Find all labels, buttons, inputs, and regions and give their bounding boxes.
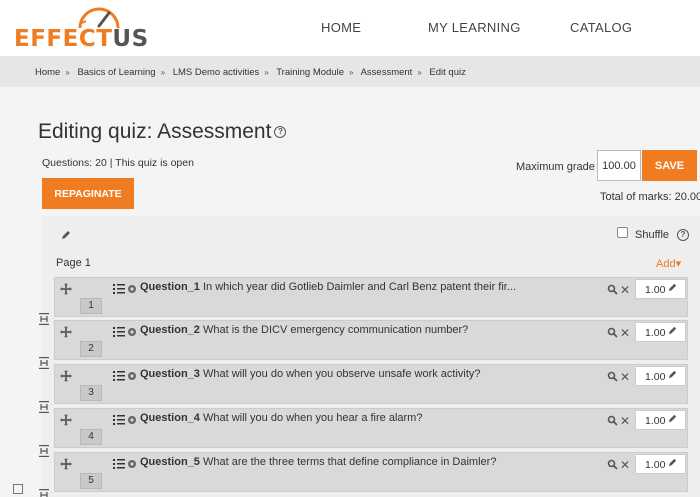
max-grade-label: Maximum grade: [516, 161, 595, 173]
nav-home[interactable]: HOME: [321, 20, 361, 35]
delete-icon[interactable]: ✕: [620, 283, 630, 297]
page-title: Editing quiz: Assessment?: [38, 120, 287, 144]
save-button[interactable]: SAVE: [642, 150, 697, 181]
question-mark[interactable]: 1.00: [635, 454, 686, 474]
help-icon[interactable]: ?: [274, 126, 287, 139]
preview-icon[interactable]: [607, 327, 618, 338]
logo-text: EFFECTUS: [14, 26, 149, 52]
page-break-icon[interactable]: [39, 401, 49, 413]
pencil-icon[interactable]: [667, 413, 678, 424]
question-row: 3 Question_3 What will you do when you o…: [54, 364, 688, 404]
add-label: Add: [656, 258, 676, 270]
question-number: 4: [80, 429, 102, 445]
question-row: 4 Question_4 What will you do when you h…: [54, 408, 688, 448]
page-break-icon[interactable]: [39, 313, 49, 325]
question-text[interactable]: Question_4 What will you do when you hea…: [140, 412, 564, 424]
question-type-icon: [113, 327, 125, 337]
question-row: 5 Question_5 What are the three terms th…: [54, 452, 688, 492]
total-marks: Total of marks: 20.00: [600, 191, 700, 203]
delete-icon[interactable]: ✕: [620, 370, 630, 384]
breadcrumb-lms-demo[interactable]: LMS Demo activities: [173, 67, 260, 78]
page-break-icon[interactable]: [39, 357, 49, 369]
breadcrumb-separator-icon: »: [65, 68, 70, 77]
question-mark[interactable]: 1.00: [635, 366, 686, 386]
preview-icon[interactable]: [607, 415, 618, 426]
breadcrumb-assessment[interactable]: Assessment: [361, 67, 413, 78]
delete-icon[interactable]: ✕: [620, 414, 630, 428]
question-text[interactable]: Question_3 What will you do when you obs…: [140, 368, 564, 380]
nav-catalog[interactable]: CATALOG: [570, 20, 632, 35]
question-type-icon: [113, 415, 125, 425]
shuffle-checkbox[interactable]: [617, 227, 628, 238]
question-number: 2: [80, 341, 102, 357]
help-icon[interactable]: ?: [677, 229, 689, 241]
question-mark[interactable]: 1.00: [635, 410, 686, 430]
pencil-icon[interactable]: [667, 369, 678, 380]
pencil-icon[interactable]: [667, 325, 678, 336]
question-type-icon: [113, 459, 125, 469]
page-title-text: Editing quiz: Assessment: [38, 120, 272, 143]
question-mark[interactable]: 1.00: [635, 322, 686, 342]
delete-icon[interactable]: ✕: [620, 326, 630, 340]
question-row: 1 Question_1 In which year did Gotlieb D…: [54, 277, 688, 317]
question-type-icon: [113, 371, 125, 381]
question-type-icon: [113, 284, 125, 294]
breadcrumb-edit-quiz[interactable]: Edit quiz: [429, 67, 465, 78]
move-icon[interactable]: [60, 458, 72, 470]
pencil-icon[interactable]: [667, 457, 678, 468]
breadcrumb-separator-icon: »: [417, 68, 422, 77]
question-number: 1: [80, 298, 102, 314]
question-text[interactable]: Question_5 What are the three terms that…: [140, 456, 564, 468]
breadcrumb-training-module[interactable]: Training Module: [276, 67, 344, 78]
add-menu[interactable]: Add▾: [656, 257, 681, 270]
question-text[interactable]: Question_1 In which year did Gotlieb Dai…: [140, 281, 564, 293]
shuffle-label: Shuffle: [635, 229, 670, 241]
breadcrumb-basics[interactable]: Basics of Learning: [77, 67, 155, 78]
preview-icon[interactable]: [607, 371, 618, 382]
gear-icon[interactable]: [127, 459, 137, 469]
breadcrumb-separator-icon: »: [160, 68, 166, 77]
question-mark[interactable]: 1.00: [635, 279, 686, 299]
question-text[interactable]: Question_2 What is the DICV emergency co…: [140, 324, 564, 336]
move-icon[interactable]: [60, 283, 72, 295]
page-label: Page 1: [56, 257, 91, 269]
max-grade-input[interactable]: [597, 150, 641, 181]
preview-icon[interactable]: [607, 459, 618, 470]
delete-icon[interactable]: ✕: [620, 458, 630, 472]
move-icon[interactable]: [60, 326, 72, 338]
gear-icon[interactable]: [127, 415, 137, 425]
nav-my-learning[interactable]: MY LEARNING: [428, 20, 521, 35]
caret-down-icon: ▾: [675, 258, 682, 270]
pencil-icon[interactable]: [60, 229, 72, 241]
site-header: EFFECTUS HOME MY LEARNING CATALOG: [0, 0, 700, 57]
breadcrumb-separator-icon: »: [264, 68, 269, 77]
pencil-icon[interactable]: [667, 282, 678, 293]
move-icon[interactable]: [60, 414, 72, 426]
move-icon[interactable]: [60, 370, 72, 382]
breadcrumb: Home » Basics of Learning » LMS Demo activ…: [0, 57, 700, 87]
preview-icon[interactable]: [607, 284, 618, 295]
repaginate-button[interactable]: REPAGINATE: [42, 178, 134, 209]
breadcrumb-home[interactable]: Home: [35, 67, 60, 78]
gear-icon[interactable]: [127, 284, 137, 294]
page-break-icon[interactable]: [39, 445, 49, 457]
gear-icon[interactable]: [127, 371, 137, 381]
expand-block-icon[interactable]: [13, 484, 23, 494]
question-number: 3: [80, 385, 102, 401]
question-number: 5: [80, 473, 102, 489]
question-row: 2 Question_2 What is the DICV emergency …: [54, 320, 688, 360]
breadcrumb-separator-icon: »: [349, 68, 354, 77]
quiz-info: Questions: 20 | This quiz is open: [42, 157, 194, 169]
effectus-logo[interactable]: EFFECTUS: [14, 4, 148, 52]
gear-icon[interactable]: [127, 327, 137, 337]
page-break-icon[interactable]: [39, 489, 49, 497]
